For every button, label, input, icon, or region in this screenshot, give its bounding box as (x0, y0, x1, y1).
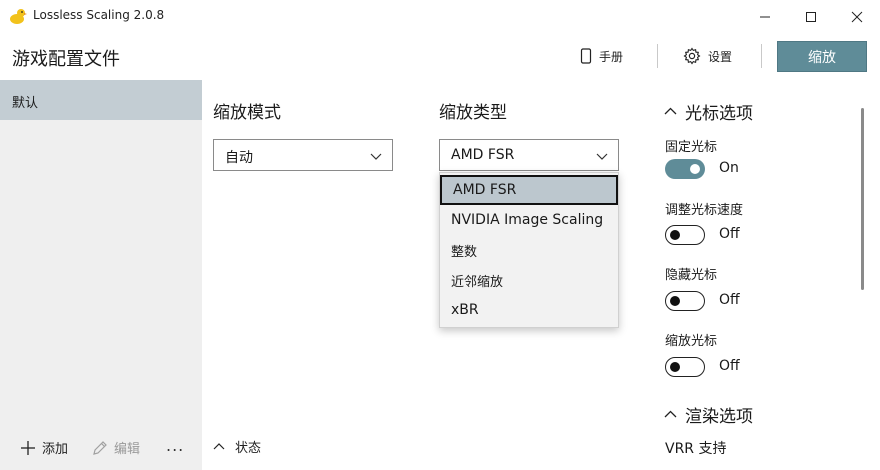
lock-cursor-label: 固定光标 (665, 140, 718, 155)
hide-cursor-toggle[interactable] (665, 291, 705, 311)
phone-book-icon (580, 48, 592, 64)
scale-button[interactable]: 缩放 (777, 41, 867, 72)
profile-label: 默认 (12, 96, 39, 111)
gear-icon (683, 47, 701, 65)
option-amd-fsr[interactable]: AMD FSR (440, 175, 618, 205)
maximize-button[interactable] (788, 0, 834, 34)
chevron-down-icon (596, 153, 608, 160)
scaling-type-title: 缩放类型 (439, 103, 507, 123)
vrr-support-label: VRR 支持 (665, 441, 727, 457)
profile-item-default[interactable]: 默认 (0, 80, 202, 120)
add-profile-button[interactable]: 添加 (20, 438, 68, 457)
cursor-options-header[interactable]: 光标选项 (664, 99, 753, 124)
maximize-icon (806, 12, 816, 22)
manual-label: 手册 (599, 49, 624, 64)
chevron-up-icon (664, 410, 677, 418)
profile-sidebar: 默认 添加 编辑 ... (0, 80, 202, 470)
scaling-type-dropdown[interactable]: AMD FSR (439, 139, 619, 171)
scaling-type-options-popup: AMD FSR NVIDIA Image Scaling 整数 近邻缩放 xBR (439, 172, 619, 328)
settings-button[interactable]: 设置 (683, 44, 732, 68)
render-options-title: 渲染选项 (685, 407, 753, 427)
close-icon (851, 11, 863, 23)
toggle-knob (670, 229, 680, 240)
title-bar: Lossless Scaling 2.0.8 (0, 0, 880, 34)
add-label: 添加 (42, 442, 69, 457)
settings-label: 设置 (708, 49, 733, 64)
scaling-mode-title: 缩放模式 (213, 103, 281, 123)
toggle-knob (670, 295, 680, 306)
status-toggle[interactable]: 状态 (213, 437, 261, 456)
toggle-knob (690, 164, 700, 174)
toggle-knob (670, 361, 680, 372)
scaling-mode-value: 自动 (225, 150, 253, 166)
cursor-options-title: 光标选项 (685, 104, 753, 124)
duck-icon (10, 9, 27, 24)
header: 游戏配置文件 手册 设置 缩放 (0, 34, 880, 80)
right-panel-scrollbar[interactable] (861, 108, 864, 290)
hide-cursor-label: 隐藏光标 (665, 268, 718, 283)
option-integer[interactable]: 整数 (440, 235, 618, 265)
scale-cursor-label: 缩放光标 (665, 334, 718, 349)
adjust-cursor-speed-toggle[interactable] (665, 225, 705, 245)
minimize-icon (760, 16, 770, 18)
header-divider (657, 44, 658, 68)
manual-button[interactable]: 手册 (580, 44, 623, 68)
edit-profile-button[interactable]: 编辑 (92, 438, 140, 457)
sidebar-toolbar: 添加 编辑 ... (0, 434, 202, 462)
lock-cursor-state: On (719, 160, 739, 176)
hide-cursor-state: Off (719, 292, 740, 308)
minimize-button[interactable] (742, 0, 788, 34)
chevron-up-icon (213, 442, 225, 449)
option-xbr[interactable]: xBR (440, 295, 618, 325)
close-button[interactable] (834, 0, 880, 34)
option-nearest-neighbor[interactable]: 近邻缩放 (440, 265, 618, 295)
scaling-type-value: AMD FSR (451, 147, 515, 163)
scale-cursor-state: Off (719, 358, 740, 374)
chevron-up-icon (664, 107, 677, 115)
scaling-mode-dropdown[interactable]: 自动 (213, 139, 393, 171)
window-title: Lossless Scaling 2.0.8 (33, 8, 165, 22)
status-label: 状态 (235, 441, 262, 456)
page-title: 游戏配置文件 (12, 49, 120, 70)
pencil-icon (93, 440, 107, 455)
plus-icon (21, 440, 35, 455)
lock-cursor-toggle[interactable] (665, 159, 705, 179)
edit-label: 编辑 (114, 442, 141, 457)
adjust-cursor-speed-label: 调整光标速度 (665, 203, 744, 218)
render-options-header[interactable]: 渲染选项 (664, 402, 753, 427)
more-options-button[interactable]: ... (166, 436, 184, 455)
scale-cursor-toggle[interactable] (665, 357, 705, 377)
header-divider (761, 44, 762, 68)
adjust-cursor-speed-state: Off (719, 226, 740, 242)
chevron-down-icon (370, 153, 382, 160)
option-nvidia-image-scaling[interactable]: NVIDIA Image Scaling (440, 205, 618, 235)
